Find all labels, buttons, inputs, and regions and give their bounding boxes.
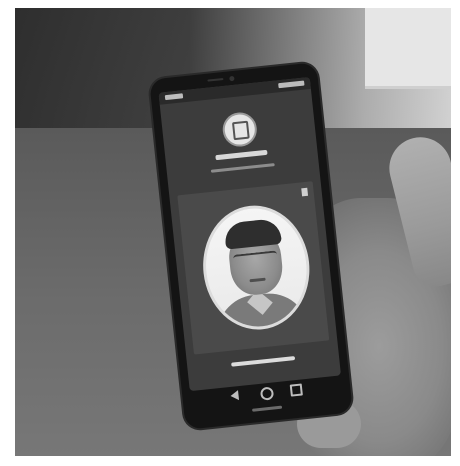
phone-speaker	[207, 77, 224, 82]
recent-apps-icon[interactable]	[289, 383, 303, 397]
phone-brand-mark	[252, 405, 283, 412]
phone-screen	[158, 76, 342, 392]
home-icon[interactable]	[259, 386, 275, 401]
app-title-text	[215, 149, 268, 161]
carrier-indicator	[164, 93, 184, 101]
app-logo-icon	[221, 110, 259, 149]
scan-instruction-text	[231, 356, 296, 367]
back-icon[interactable]	[230, 390, 240, 401]
photograph	[15, 8, 451, 456]
logo-mark	[231, 120, 250, 141]
face-scan-panel	[177, 181, 330, 355]
battery-signal-indicator	[278, 80, 305, 89]
app-subtitle-text	[210, 163, 275, 173]
face-capture-circle	[197, 200, 316, 335]
close-icon[interactable]	[301, 187, 309, 197]
background-box	[365, 8, 451, 89]
photo-frame	[0, 0, 460, 466]
front-camera	[229, 75, 235, 82]
status-bar	[158, 76, 311, 105]
